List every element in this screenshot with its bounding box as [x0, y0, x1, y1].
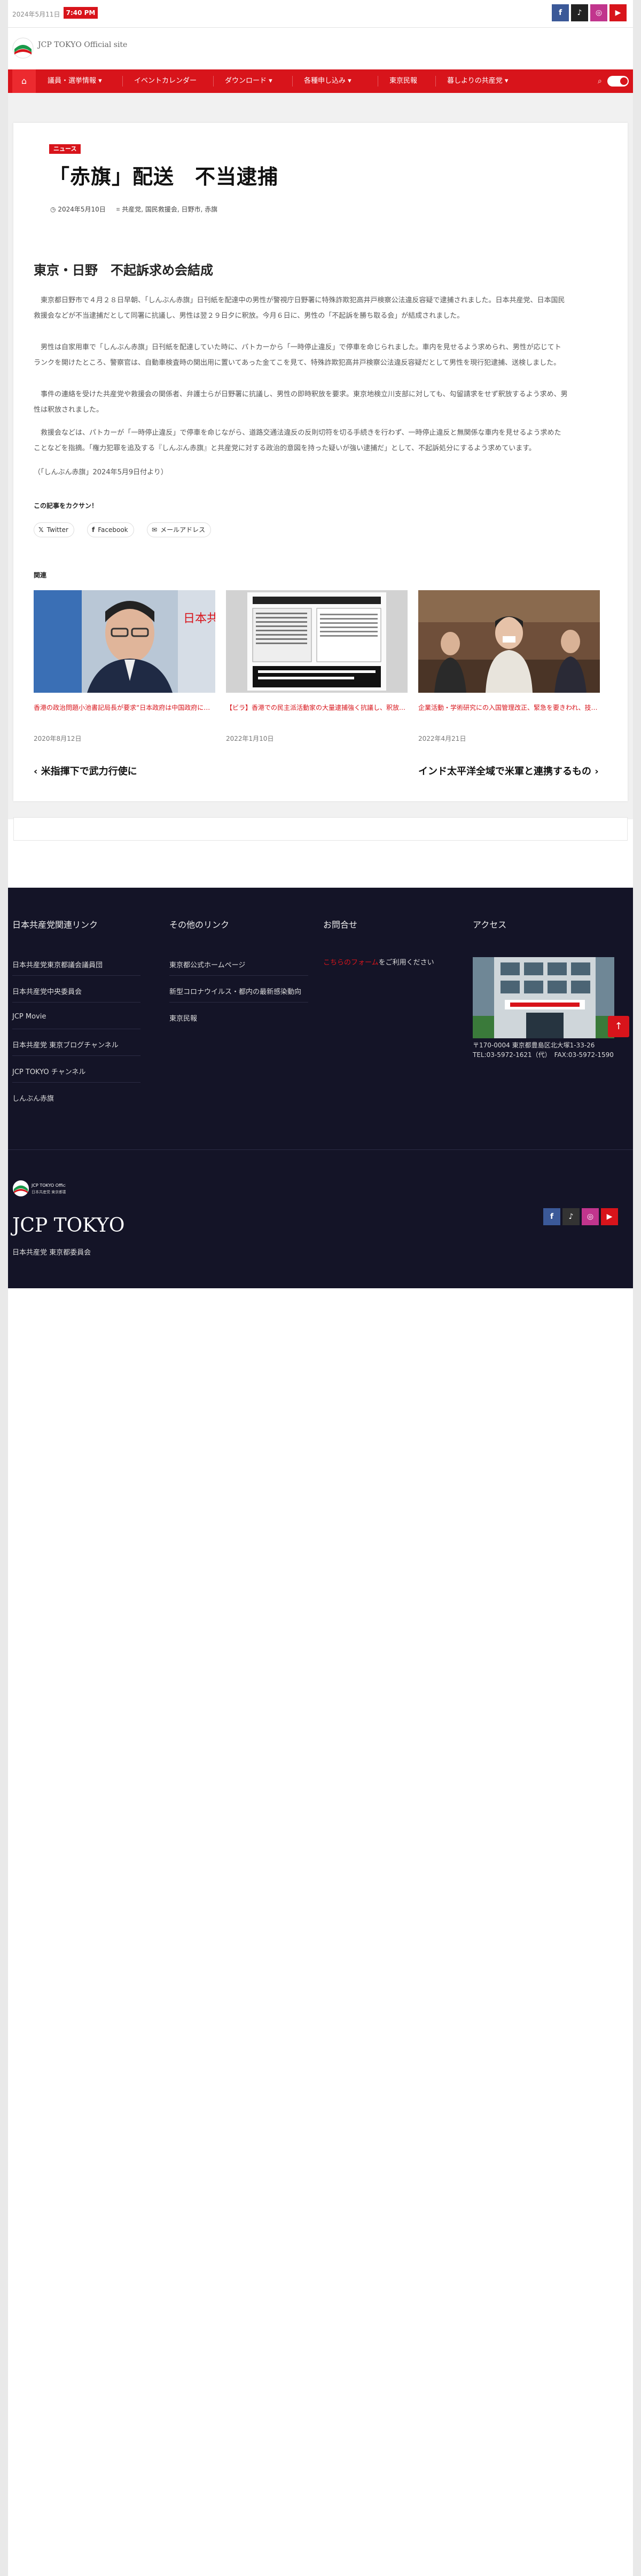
- article-paragraph: 救援会などは、パトカーが「一時停止違反」で停車を命じながら、道路交通法違反の反則…: [34, 429, 561, 452]
- footer-heading-other-links: その他のリンク: [169, 920, 230, 930]
- email-icon: ✉: [152, 526, 158, 534]
- article-tags[interactable]: 共産党, 国民救援会, 日野市, 赤旗: [122, 205, 217, 214]
- article-date: 2024年5月10日: [58, 206, 106, 213]
- related-date: 2020年8月12日: [34, 735, 82, 742]
- footer-link[interactable]: 日本共産党 東京ブログチャンネル: [12, 1039, 119, 1050]
- top-bar: 2024年5月11日 7:40 PM f ♪ ◎ ▶: [8, 0, 633, 28]
- chevron-right-icon: ›: [591, 766, 599, 777]
- previous-post-link[interactable]: ‹ 米指揮下で武力行使に: [34, 764, 137, 778]
- share-email-button[interactable]: ✉ メールアドレス: [147, 522, 212, 537]
- facebook-icon[interactable]: f: [543, 1208, 560, 1225]
- current-time-badge: 7:40 PM: [64, 7, 98, 19]
- nav-item-tokyo-minpo[interactable]: 東京民報: [389, 69, 417, 93]
- chevron-left-icon: ‹: [34, 766, 41, 777]
- share-twitter-button[interactable]: 𝕏 Twitter: [34, 522, 74, 537]
- office-building-photo: [473, 957, 614, 1038]
- search-icon[interactable]: ⌕: [598, 69, 602, 93]
- site-title[interactable]: JCP TOKYO Official site: [38, 41, 127, 49]
- facebook-icon: f: [92, 526, 95, 534]
- share-facebook-button[interactable]: f Facebook: [87, 522, 134, 537]
- footer: 日本共産党関連リンク 日本共産党東京都議会議員団 日本共産党中央委員会 JCP …: [8, 888, 633, 1288]
- related-title[interactable]: 【ビラ】香港での民主派活動家の大量逮捕強く抗議し、釈放を求める／日本共産党・志位…: [226, 700, 408, 716]
- footer-heading-access: アクセス: [473, 920, 507, 930]
- current-date: 2024年5月11日: [12, 11, 60, 18]
- footer-link[interactable]: JCP TOKYO チャンネル: [12, 1066, 85, 1076]
- page: 2024年5月11日 7:40 PM f ♪ ◎ ▶ JCP TOKYO Off…: [8, 0, 633, 2576]
- svg-text:JCP TOKYO Official site: JCP TOKYO Official site: [31, 1183, 66, 1188]
- footer-heading-party-links: 日本共産党関連リンク: [12, 920, 98, 930]
- svg-text:日本共産党 東京都委員会: 日本共産党 東京都委員会: [32, 1189, 66, 1194]
- svg-text:日本共: 日本共: [183, 612, 215, 625]
- empty-page-area: [8, 1288, 633, 2576]
- tiktok-icon[interactable]: ♪: [562, 1208, 580, 1225]
- related-date: 2022年4月21日: [418, 735, 466, 742]
- related-thumbnail[interactable]: [418, 590, 600, 693]
- site-logo-icon[interactable]: [12, 37, 34, 59]
- nav-item-party-life[interactable]: 暮しよりの共産党 ▾: [447, 69, 508, 93]
- next-post-link[interactable]: インド太平洋全域で米軍と連携するもの ›: [418, 764, 599, 778]
- home-icon[interactable]: ⌂: [12, 69, 36, 93]
- article-paragraph: 男性は自家用車で「しんぶん赤旗」日刊紙を配達していた時に、パトカーから「一時停止…: [34, 343, 561, 367]
- back-to-top-button[interactable]: ↑: [608, 1016, 629, 1037]
- footer-link[interactable]: JCP Movie: [12, 1013, 46, 1021]
- related-thumbnail[interactable]: 日本共: [34, 590, 215, 693]
- tag-icon: ⌗: [116, 206, 120, 213]
- footer-link[interactable]: 東京都公式ホームページ: [169, 959, 245, 969]
- related-title[interactable]: 企業活動・学術研究にの入国管理改正、緊急を要きわれ、技術優位保護と国家間行為: [418, 700, 600, 716]
- footer-link[interactable]: 日本共産党中央委員会: [12, 986, 82, 996]
- footer-link[interactable]: しんぶん赤旗: [12, 1093, 54, 1103]
- instagram-icon[interactable]: ◎: [590, 4, 607, 21]
- youtube-icon[interactable]: ▶: [609, 4, 627, 21]
- footer-link[interactable]: 日本共産党東京都議会議員団: [12, 959, 103, 969]
- article-title: 「赤旗」配送 不当逮捕: [49, 165, 279, 189]
- facebook-icon[interactable]: f: [552, 4, 569, 21]
- related-date: 2022年1月10日: [226, 735, 274, 742]
- main-navigation: ⌂ 議員・選挙情報 ▾ イベントカレンダー ダウンロード ▾ 各種申し込み ▾ …: [8, 69, 633, 93]
- share-heading: この記事をカクサン！: [34, 502, 98, 510]
- clock-icon: ◷: [50, 206, 56, 213]
- footer-heading-contact: お問合せ: [323, 920, 358, 930]
- footer-brand-sub: 日本共産党 東京都委員会: [12, 1249, 91, 1257]
- office-address: 〒170-0004 東京都豊島区北大塚1-33-26 TEL:03-5972-1…: [473, 1042, 614, 1059]
- article-paragraph: 東京都日野市で４月２８日早朝、「しんぶん赤旗」日刊紙を配達中の男性が警視庁日野署…: [34, 296, 565, 320]
- contact-text: こちらのフォームをご利用ください: [323, 959, 434, 967]
- footer-link[interactable]: 東京民報: [169, 1013, 197, 1023]
- content-strip: [13, 817, 628, 841]
- dark-mode-toggle[interactable]: [607, 76, 629, 87]
- tiktok-icon[interactable]: ♪: [571, 4, 588, 21]
- nav-item-download[interactable]: ダウンロード ▾: [225, 69, 272, 93]
- footer-logo-icon[interactable]: JCP TOKYO Official site 日本共産党 東京都委員会: [12, 1179, 66, 1198]
- article-source: （「しんぶん赤旗」2024年5月9日付より）: [34, 468, 168, 476]
- related-heading: 関連: [34, 571, 47, 579]
- contact-form-link[interactable]: こちらのフォーム: [323, 959, 379, 967]
- related-thumbnail[interactable]: [226, 590, 408, 693]
- article-paragraph: 事件の連絡を受けた共産党や救援会の関係者、弁護士らが日野署に抗議し、男性の即時釈…: [34, 390, 568, 414]
- article-meta: ◷ 2024年5月10日 ⌗ 共産党, 国民救援会, 日野市, 赤旗: [50, 205, 217, 214]
- nav-item-applications[interactable]: 各種申し込み ▾: [304, 69, 351, 93]
- twitter-icon: 𝕏: [38, 526, 44, 534]
- article-subhead: 東京・日野 不起訴求め会結成: [34, 263, 213, 278]
- nav-item-event-calendar[interactable]: イベントカレンダー: [134, 69, 197, 93]
- nav-item-elections[interactable]: 議員・選挙情報 ▾: [48, 69, 102, 93]
- youtube-icon[interactable]: ▶: [601, 1208, 618, 1225]
- footer-link[interactable]: 新型コロナウイルス・都内の最新感染動向: [169, 986, 301, 996]
- footer-brand: JCP TOKYO: [12, 1215, 125, 1236]
- category-badge[interactable]: ニュース: [49, 144, 81, 154]
- related-title[interactable]: 香港の政治問題小池書記局長が要求“日本政府は中国政府に抗議し、弾圧中止求めよ”: [34, 700, 215, 716]
- instagram-icon[interactable]: ◎: [582, 1208, 599, 1225]
